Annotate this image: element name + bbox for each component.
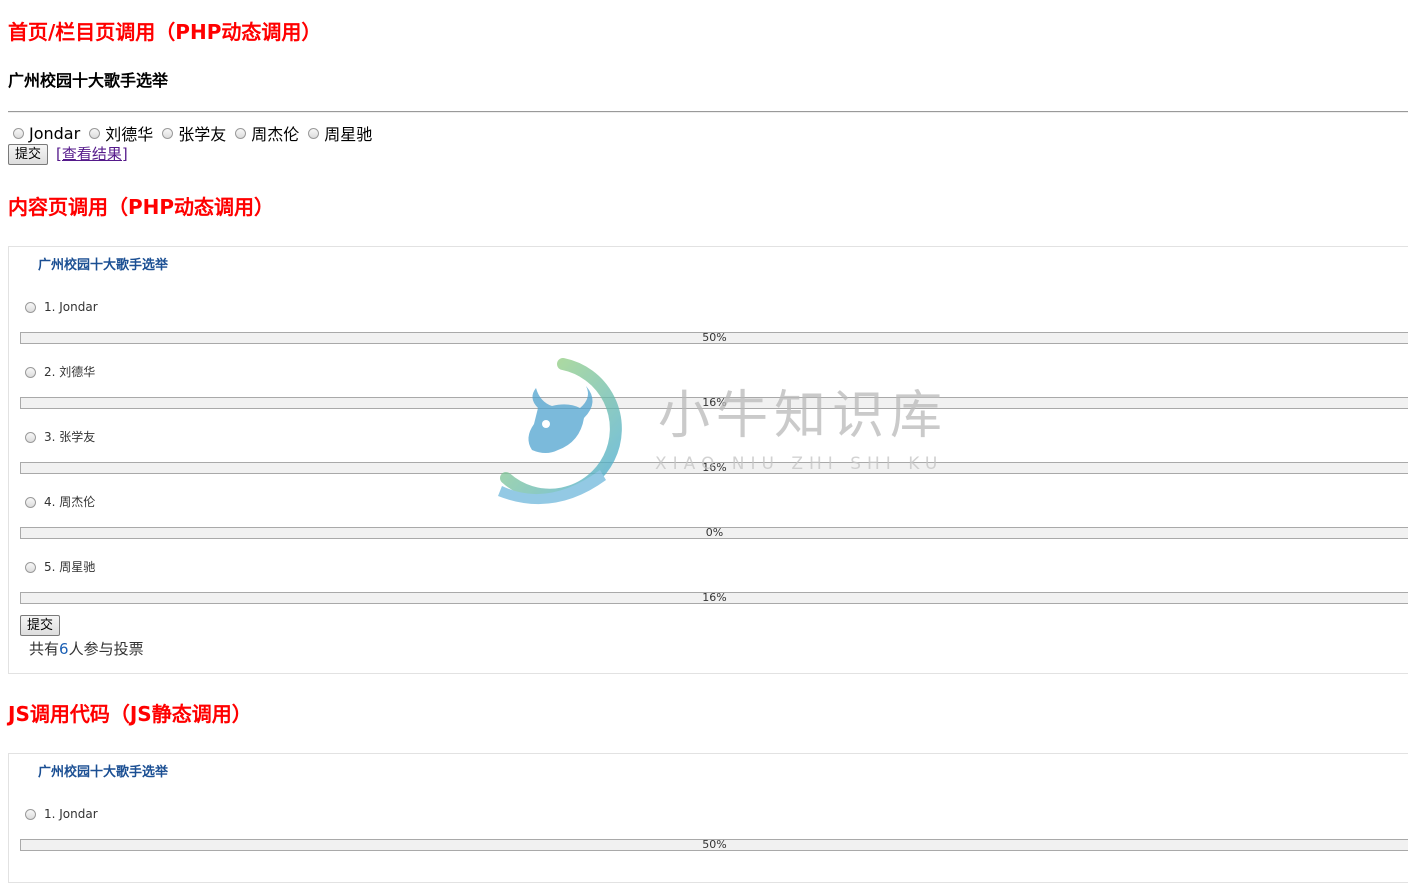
option-label: 周星驰 — [324, 125, 373, 144]
option-label: 张学友 — [178, 125, 227, 144]
poll-item-label: 4. 周杰伦 — [44, 495, 96, 509]
vote-total-suffix: 人参与投票 — [68, 640, 144, 658]
simple-poll-submit-button[interactable]: 提交 — [8, 144, 49, 165]
vote-total-count: 6 — [59, 640, 69, 658]
poll-item: 4. 周杰伦 — [25, 494, 95, 510]
vote-total-prefix: 共有 — [29, 640, 60, 658]
js-section-heading: JS调用代码（JS静态调用） — [8, 702, 252, 726]
poll-result-bar: 16% — [20, 592, 1408, 604]
poll-percent: 16% — [702, 591, 727, 604]
poll-item-label: 1. Jondar — [44, 807, 98, 821]
poll-radio-1[interactable] — [25, 808, 36, 820]
divider — [8, 111, 1408, 113]
js-poll-title: 广州校园十大歌手选举 — [38, 765, 169, 780]
vote-total: 共有6人参与投票 — [29, 639, 144, 659]
poll-item: 5. 周星驰 — [25, 559, 95, 575]
poll-result-bar: 50% — [20, 839, 1408, 851]
poll-percent: 16% — [702, 396, 727, 409]
poll-item: 2. 刘德华 — [25, 364, 95, 380]
content-poll-title: 广州校园十大歌手选举 — [38, 258, 169, 273]
poll-item: 3. 张学友 — [25, 429, 95, 445]
option-label: Jondar — [29, 123, 81, 143]
poll-result-bar: 16% — [20, 462, 1408, 474]
poll-result-bar: 50% — [20, 332, 1408, 344]
content-poll-box: 广州校园十大歌手选举 1. Jondar 50% 2. 刘德华 16% 3. 张… — [8, 246, 1408, 674]
poll-radio-5[interactable] — [25, 561, 36, 573]
poll-percent: 50% — [702, 331, 727, 344]
content-poll-submit-button[interactable]: 提交 — [20, 615, 61, 636]
option-label: 刘德华 — [105, 125, 154, 144]
radio-option-3[interactable] — [162, 127, 174, 139]
radio-option-2[interactable] — [89, 127, 101, 139]
poll-radio-4[interactable] — [25, 496, 36, 508]
poll-item-label: 3. 张学友 — [44, 430, 96, 444]
simple-poll-title: 广州校园十大歌手选举 — [8, 71, 169, 90]
radio-option-5[interactable] — [308, 127, 320, 139]
poll-percent: 16% — [702, 461, 727, 474]
poll-radio-3[interactable] — [25, 431, 36, 443]
poll-item-label: 2. 刘德华 — [44, 365, 96, 379]
poll-item: 1. Jondar — [25, 299, 98, 315]
view-results-link[interactable]: [查看结果] — [56, 144, 128, 164]
poll-percent: 50% — [702, 838, 727, 851]
poll-percent: 0% — [705, 526, 724, 539]
poll-result-bar: 16% — [20, 397, 1408, 409]
poll-item-label: 5. 周星驰 — [44, 560, 96, 574]
home-section-heading: 首页/栏目页调用（PHP动态调用） — [8, 20, 322, 44]
radio-option-4[interactable] — [235, 127, 247, 139]
simple-poll-options: Jondar 刘德华 张学友 周杰伦 周星驰 — [8, 122, 376, 144]
radio-option-1[interactable] — [13, 127, 24, 139]
poll-result-bar: 0% — [20, 527, 1408, 539]
poll-item: 1. Jondar — [25, 806, 98, 822]
poll-item-label: 1. Jondar — [44, 300, 98, 314]
poll-radio-2[interactable] — [25, 366, 36, 378]
option-label: 周杰伦 — [251, 125, 300, 144]
content-section-heading: 内容页调用（PHP动态调用） — [8, 195, 275, 219]
poll-radio-1[interactable] — [25, 301, 36, 313]
